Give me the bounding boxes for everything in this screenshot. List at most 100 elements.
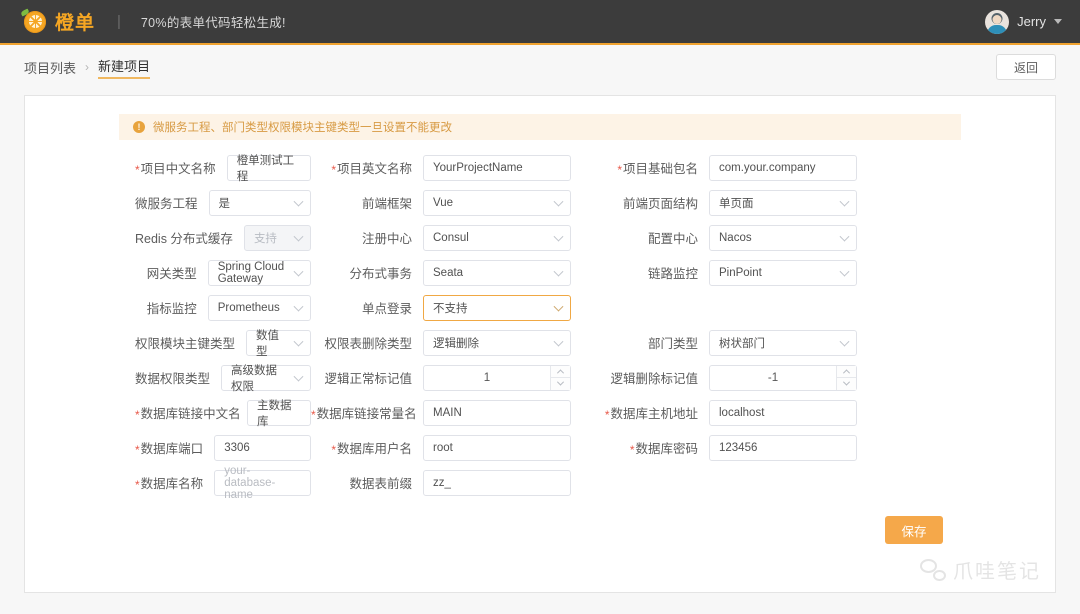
number-value: -1 — [710, 372, 836, 384]
field-value: MAIN — [433, 407, 462, 419]
text-input[interactable]: root — [423, 435, 571, 461]
stepper-increment-button[interactable] — [837, 366, 856, 378]
field-label: 分布式事务 — [311, 263, 423, 282]
field-label: 配置中心 — [597, 228, 709, 247]
field-label-text: 数据权限类型 — [135, 372, 210, 386]
chevron-down-icon — [1054, 19, 1062, 24]
form-field-8-c2: *数据库用户名root — [311, 435, 597, 461]
select-control[interactable]: Vue — [423, 190, 571, 216]
back-button[interactable]: 返回 — [996, 54, 1056, 80]
form-actions: 保存 — [25, 516, 1055, 544]
warning-alert: ! 微服务工程、部门类型权限模块主键类型一旦设置不能更改 — [119, 114, 961, 140]
form-field-8-c1: *数据库端口 3306 — [25, 435, 311, 461]
select-control[interactable]: Prometheus — [208, 295, 311, 321]
project-form: *项目中文名称橙单测试工程*项目英文名称YourProjectName*项目基础… — [25, 140, 1055, 500]
form-row: *项目中文名称橙单测试工程*项目英文名称YourProjectName*项目基础… — [25, 150, 1055, 185]
select-control[interactable]: PinPoint — [709, 260, 857, 286]
select-control[interactable]: Consul — [423, 225, 571, 251]
stepper-buttons — [550, 366, 570, 390]
field-value: 数值型 — [256, 327, 288, 359]
select-control[interactable]: 逻辑删除 — [423, 330, 571, 356]
text-input[interactable]: YourProjectName — [423, 155, 571, 181]
field-label: *数据库端口 — [135, 438, 214, 457]
field-label-text: 链路监控 — [648, 267, 698, 281]
field-value: 3306 — [224, 442, 250, 454]
field-value: Nacos — [719, 232, 752, 244]
text-input[interactable]: zz_ — [423, 470, 571, 496]
warning-alert-text: 微服务工程、部门类型权限模块主键类型一旦设置不能更改 — [153, 119, 452, 135]
select-control[interactable]: 树状部门 — [709, 330, 857, 356]
input-placeholder: your-database-name — [224, 465, 301, 501]
field-value: 树状部门 — [719, 335, 765, 351]
text-input[interactable]: 橙单测试工程 — [227, 155, 311, 181]
required-marker: * — [135, 478, 140, 492]
top-bar: 橙单 | 70%的表单代码轻松生成! Jerry — [0, 0, 1080, 45]
select-control[interactable]: Nacos — [709, 225, 857, 251]
chevron-down-icon — [840, 336, 850, 346]
select-control: 支持 — [244, 225, 311, 251]
save-button[interactable]: 保存 — [885, 516, 943, 544]
breadcrumb-item-project-list[interactable]: 项目列表 — [24, 58, 76, 77]
text-input[interactable]: your-database-name — [214, 470, 311, 496]
field-label-text: 数据表前缀 — [349, 477, 412, 491]
field-value: 123456 — [719, 442, 757, 454]
field-label-text: 数据库链接常量名 — [317, 407, 417, 421]
form-row: *数据库名称your-database-name数据表前缀zz_ — [25, 465, 1055, 500]
text-input[interactable]: MAIN — [423, 400, 571, 426]
chevron-down-icon — [554, 266, 564, 276]
number-stepper[interactable]: 1 — [423, 365, 571, 391]
form-field-7-c3: *数据库主机地址localhost — [597, 400, 883, 426]
form-field-3-c1: 网关类型Spring Cloud Gateway — [25, 260, 311, 286]
form-card: ! 微服务工程、部门类型权限模块主键类型一旦设置不能更改 *项目中文名称橙单测试… — [24, 95, 1056, 593]
field-label-text: 数据库端口 — [141, 442, 204, 456]
field-label: Redis 分布式缓存 — [135, 228, 244, 247]
text-input[interactable]: com.your.company — [709, 155, 857, 181]
chevron-down-icon — [294, 301, 304, 311]
chevron-up-icon — [557, 369, 564, 376]
field-label-text: 逻辑删除标记值 — [610, 372, 698, 386]
field-label: 逻辑正常标记值 — [311, 368, 423, 387]
field-value: localhost — [719, 407, 764, 419]
field-label: 逻辑删除标记值 — [597, 368, 709, 387]
field-label: 数据表前缀 — [311, 473, 423, 492]
field-label-text: 前端框架 — [362, 197, 412, 211]
chevron-down-icon — [294, 196, 304, 206]
field-value: Prometheus — [218, 302, 280, 314]
watermark: 爪哇笔记 — [920, 555, 1041, 584]
field-value: com.your.company — [719, 162, 816, 174]
brand-name: 橙单 — [55, 8, 95, 35]
field-label-text: Redis 分布式缓存 — [135, 232, 233, 246]
stepper-decrement-button[interactable] — [837, 377, 856, 390]
field-label: *项目中文名称 — [135, 158, 227, 177]
field-value: 单页面 — [719, 195, 754, 211]
breadcrumb-item-new-project[interactable]: 新建项目 — [98, 56, 150, 79]
form-field-1-c2: 前端框架 Vue — [311, 190, 597, 216]
field-label: *数据库链接常量名 — [311, 403, 423, 422]
number-stepper[interactable]: -1 — [709, 365, 857, 391]
stepper-increment-button[interactable] — [551, 366, 570, 378]
field-label: *项目英文名称 — [311, 158, 423, 177]
select-control[interactable]: Seata — [423, 260, 571, 286]
stepper-buttons — [836, 366, 856, 390]
field-label-text: 数据库用户名 — [337, 442, 412, 456]
orange-logo-icon — [24, 11, 46, 33]
text-input[interactable]: 3306 — [214, 435, 311, 461]
select-control[interactable]: 不支持 — [423, 295, 571, 321]
brand-logo[interactable]: 橙单 | 70%的表单代码轻松生成! — [24, 8, 286, 35]
user-menu[interactable]: Jerry — [985, 10, 1062, 34]
text-input[interactable]: 123456 — [709, 435, 857, 461]
stepper-decrement-button[interactable] — [551, 377, 570, 390]
field-label-text: 配置中心 — [648, 232, 698, 246]
select-control[interactable]: 单页面 — [709, 190, 857, 216]
select-control[interactable]: 高级数据权限 — [221, 365, 311, 391]
form-field-2-c1: Redis 分布式缓存支持 — [25, 225, 311, 251]
text-input[interactable]: 主数据库 — [247, 400, 311, 426]
select-control[interactable]: 是 — [209, 190, 311, 216]
required-marker: * — [617, 163, 622, 177]
form-field-0-c3: *项目基础包名 com.your.company — [597, 155, 883, 181]
form-field-0-c2: *项目英文名称YourProjectName — [311, 155, 597, 181]
select-control[interactable]: Spring Cloud Gateway — [208, 260, 311, 286]
select-control[interactable]: 数值型 — [246, 330, 311, 356]
text-input[interactable]: localhost — [709, 400, 857, 426]
field-label: *项目基础包名 — [597, 158, 709, 177]
